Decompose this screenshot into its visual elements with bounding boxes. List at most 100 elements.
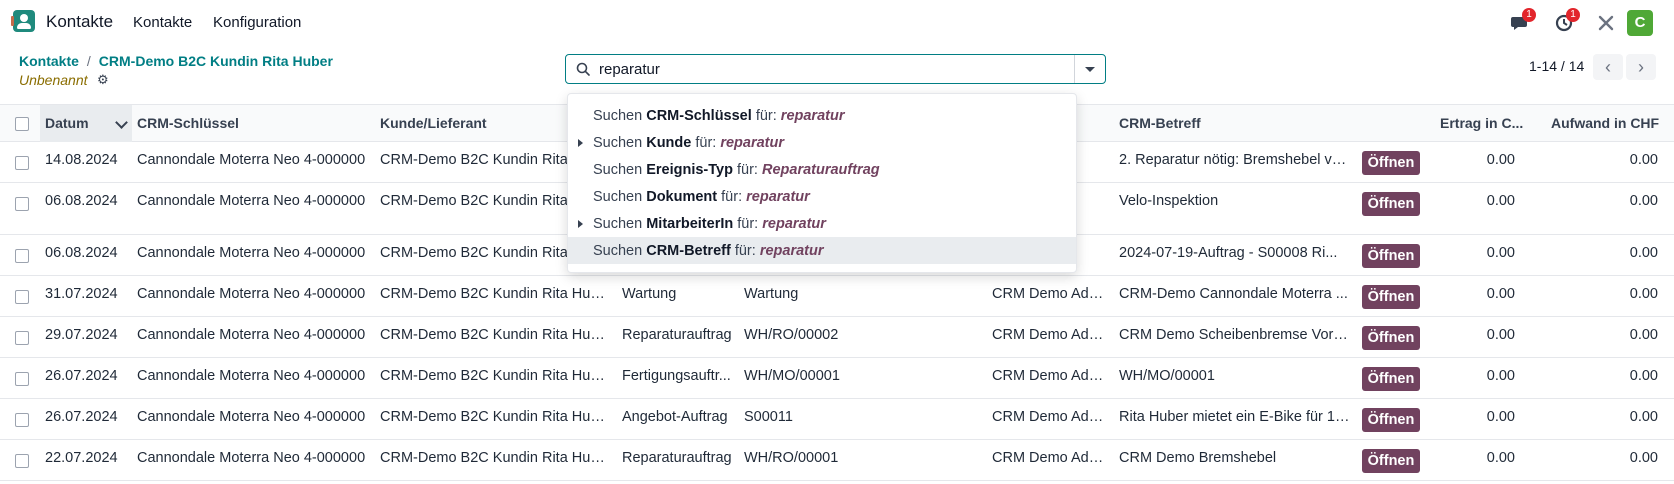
- menu-item-konfiguration[interactable]: Konfiguration: [213, 14, 301, 31]
- top-navbar: Kontakte Kontakte Konfiguration 1 1 C: [0, 0, 1674, 46]
- row-checkbox[interactable]: [15, 290, 29, 304]
- activities-clock-icon[interactable]: 1: [1554, 8, 1580, 34]
- cell-crm-schluessel: Cannondale Moterra Neo 4-000000: [137, 245, 366, 261]
- suggestion-term: Reparaturauftrag: [761, 162, 880, 178]
- cell-dokument: S00011: [744, 409, 793, 425]
- cell-kunde: CRM-Demo B2C Kundin Rita Huber: [380, 409, 606, 425]
- tools-icon[interactable]: [1595, 12, 1617, 34]
- table-row[interactable]: 29.07.2024 Cannondale Moterra Neo 4-00000…: [0, 317, 1674, 358]
- column-header-crm-betreff[interactable]: CRM-Betreff: [1119, 115, 1201, 131]
- pager-value[interactable]: 1-14 / 14: [1529, 58, 1584, 74]
- row-checkbox[interactable]: [15, 197, 29, 211]
- suggestion-term: reparatur: [759, 243, 824, 259]
- cell-aufwand: 0.00: [1629, 409, 1658, 425]
- cell-crm-betreff: CRM Demo Bremshebel: [1119, 450, 1277, 466]
- breadcrumb-kontakte-link[interactable]: Kontakte: [19, 53, 79, 69]
- cell-ertrag: 0.00: [1486, 193, 1515, 209]
- cell-crm-schluessel: Cannondale Moterra Neo 4-000000: [137, 450, 366, 466]
- user-avatar[interactable]: C: [1627, 10, 1653, 36]
- suggestion-field: CRM-Betreff: [646, 243, 731, 259]
- gear-icon[interactable]: ⚙: [97, 72, 109, 88]
- cell-crm-betreff: 2. Reparatur nötig: Bremshebel vo...: [1119, 152, 1351, 168]
- cell-crm-schluessel: Cannondale Moterra Neo 4-000000: [137, 193, 366, 209]
- suggestion-prefix: Suchen: [593, 243, 643, 259]
- cell-crm-schluessel: Cannondale Moterra Neo 4-000000: [137, 286, 366, 302]
- cell-mitarbeiter: CRM Demo Adm...: [992, 409, 1112, 425]
- column-header-kunde-lieferant[interactable]: Kunde/Lieferant: [380, 115, 487, 131]
- record-name: Unbenannt: [19, 72, 88, 88]
- open-button[interactable]: Öffnen: [1362, 151, 1420, 175]
- column-header-ertrag[interactable]: Ertrag in C...: [1440, 115, 1530, 131]
- table-row[interactable]: 26.07.2024 Cannondale Moterra Neo 4-00000…: [0, 358, 1674, 399]
- suggestion-prefix: Suchen: [593, 108, 643, 124]
- search-suggestion-item[interactable]: Suchen CRM-Betreff für: reparatur: [568, 237, 1076, 264]
- table-row[interactable]: 31.07.2024 Cannondale Moterra Neo 4-00000…: [0, 276, 1674, 317]
- open-button[interactable]: Öffnen: [1362, 367, 1420, 391]
- suggestion-mid: für:: [755, 108, 777, 124]
- cell-datum: 31.07.2024: [45, 286, 118, 302]
- cell-ereignis-typ: Reparaturauftrag: [622, 327, 732, 343]
- cell-datum: 29.07.2024: [45, 327, 118, 343]
- cell-kunde: CRM-Demo B2C Kundin Rita Huber: [380, 368, 606, 384]
- row-checkbox[interactable]: [15, 454, 29, 468]
- pager-next-button[interactable]: ›: [1626, 54, 1656, 80]
- suggestion-text: Suchen Ereignis-Typ für: Reparaturauftra…: [593, 162, 880, 178]
- breadcrumb-current-contact[interactable]: CRM-Demo B2C Kundin Rita Huber: [99, 53, 333, 69]
- suggestion-prefix: Suchen: [593, 162, 643, 178]
- row-checkbox[interactable]: [15, 156, 29, 170]
- suggestion-field: Ereignis-Typ: [646, 162, 733, 178]
- search-suggestion-item[interactable]: Suchen MitarbeiterIn für: reparatur: [568, 210, 1076, 237]
- search-input[interactable]: [599, 59, 1039, 79]
- cell-ertrag: 0.00: [1486, 327, 1515, 343]
- column-header-aufwand[interactable]: Aufwand in CHF: [1551, 115, 1659, 131]
- search-icon: [576, 62, 590, 76]
- cell-ertrag: 0.00: [1486, 286, 1515, 302]
- search-suggestion-item[interactable]: Suchen Dokument für: reparatur: [568, 183, 1076, 210]
- breadcrumb-separator: /: [86, 53, 91, 69]
- search-suggestion-item[interactable]: Suchen Ereignis-Typ für: Reparaturauftra…: [568, 156, 1076, 183]
- cell-kunde: CRM-Demo B2C Kundin Rita Huber: [380, 450, 606, 466]
- column-header-crm-schluessel[interactable]: CRM-Schlüssel: [137, 115, 239, 131]
- search-options-toggle[interactable]: [1074, 55, 1105, 83]
- row-checkbox[interactable]: [15, 331, 29, 345]
- table-row[interactable]: 22.07.2024 Cannondale Moterra Neo 4-00000…: [0, 440, 1674, 481]
- cell-dokument: WH/RO/00001: [744, 450, 839, 466]
- cell-datum: 14.08.2024: [45, 152, 118, 168]
- app-name[interactable]: Kontakte: [46, 12, 113, 32]
- open-button[interactable]: Öffnen: [1362, 449, 1420, 473]
- suggestion-prefix: Suchen: [593, 135, 643, 151]
- cell-crm-schluessel: Cannondale Moterra Neo 4-000000: [137, 368, 366, 384]
- cell-crm-betreff: CRM Demo Scheibenbremse Vord...: [1119, 327, 1351, 343]
- open-button[interactable]: Öffnen: [1362, 285, 1420, 309]
- expand-caret-icon[interactable]: [578, 139, 583, 147]
- cell-mitarbeiter: CRM Demo Adm...: [992, 286, 1112, 302]
- suggestion-mid: für:: [734, 243, 756, 259]
- pager-previous-button[interactable]: ‹: [1593, 54, 1623, 80]
- expand-caret-icon[interactable]: [578, 220, 583, 228]
- messages-icon[interactable]: 1: [1510, 8, 1536, 34]
- suggestion-term: reparatur: [746, 189, 810, 205]
- row-checkbox[interactable]: [15, 249, 29, 263]
- search-suggestion-item[interactable]: Suchen CRM-Schlüssel für: reparatur: [568, 102, 1076, 129]
- select-all-checkbox[interactable]: [15, 117, 29, 131]
- contacts-app-icon[interactable]: [11, 10, 35, 32]
- row-checkbox[interactable]: [15, 413, 29, 427]
- search-suggestion-item[interactable]: Suchen Kunde für: reparatur: [568, 129, 1076, 156]
- column-header-datum[interactable]: Datum: [45, 115, 89, 131]
- cell-ertrag: 0.00: [1486, 409, 1515, 425]
- cell-aufwand: 0.00: [1629, 286, 1658, 302]
- cell-datum: 26.07.2024: [45, 368, 118, 384]
- suggestion-prefix: Suchen: [593, 189, 643, 205]
- suggestion-prefix: Suchen: [593, 216, 643, 232]
- table-row[interactable]: 26.07.2024 Cannondale Moterra Neo 4-00000…: [0, 399, 1674, 440]
- open-button[interactable]: Öffnen: [1362, 408, 1420, 432]
- cell-ertrag: 0.00: [1486, 152, 1515, 168]
- open-button[interactable]: Öffnen: [1362, 192, 1420, 216]
- menu-item-kontakte[interactable]: Kontakte: [133, 14, 192, 31]
- search-box[interactable]: [565, 54, 1106, 84]
- suggestion-term: reparatur: [720, 135, 785, 151]
- open-button[interactable]: Öffnen: [1362, 326, 1420, 350]
- row-checkbox[interactable]: [15, 372, 29, 386]
- open-button[interactable]: Öffnen: [1362, 244, 1420, 268]
- suggestion-text: Suchen CRM-Schlüssel für: reparatur: [593, 108, 844, 124]
